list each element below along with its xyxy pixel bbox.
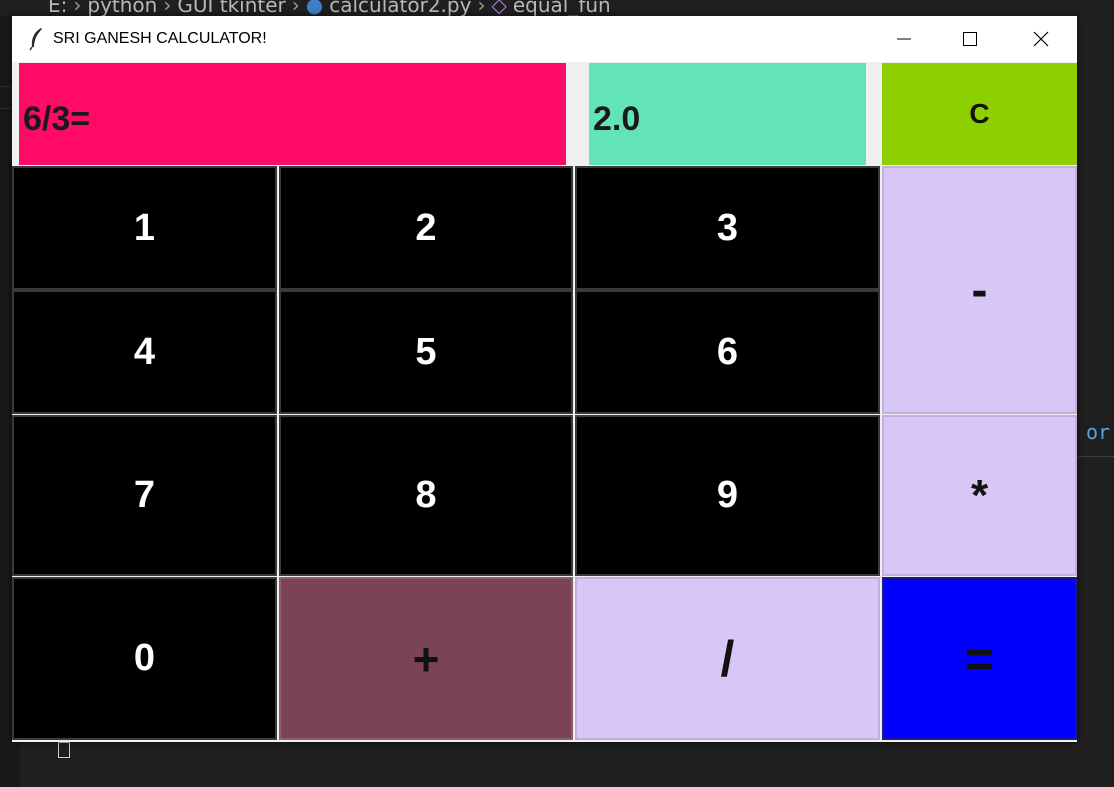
chevron-right-icon: › — [477, 0, 486, 16]
maximize-button[interactable] — [947, 16, 993, 62]
chevron-right-icon: › — [291, 0, 300, 16]
window-title: SRI GANESH CALCULATOR! — [53, 30, 267, 47]
digit-4-button[interactable]: 4 — [12, 290, 277, 414]
editor-breadcrumb-bar: E: › python › GUI tkinter › ● calculator… — [0, 0, 1114, 16]
result-display[interactable]: 2.0 — [589, 63, 866, 165]
digit-1-button[interactable]: 1 — [12, 166, 277, 290]
minimize-button[interactable] — [881, 16, 927, 62]
minimize-icon — [897, 38, 911, 40]
maximize-icon — [963, 32, 977, 46]
breadcrumb-file[interactable]: calculator2.py — [329, 0, 471, 15]
terminal-cursor — [58, 742, 70, 758]
chevron-right-icon: › — [163, 0, 172, 16]
equals-button[interactable]: = — [882, 577, 1077, 740]
digit-8-button[interactable]: 8 — [279, 415, 573, 576]
minus-button[interactable]: - — [882, 166, 1077, 414]
editor-divider — [1078, 456, 1114, 457]
divide-button[interactable]: / — [575, 577, 880, 740]
digit-6-button[interactable]: 6 — [575, 290, 880, 414]
digit-3-button[interactable]: 3 — [575, 166, 880, 290]
title-bar[interactable]: SRI GANESH CALCULATOR! — [12, 16, 1077, 62]
plus-button[interactable]: + — [279, 577, 573, 740]
editor-code-fragment: or — [1086, 420, 1111, 444]
breadcrumb-folder-python[interactable]: python — [87, 0, 157, 15]
digit-7-button[interactable]: 7 — [12, 415, 277, 576]
expression-display[interactable]: 6/3= — [19, 63, 566, 165]
feather-icon — [29, 28, 42, 51]
expression-text: 6/3= — [23, 99, 91, 138]
result-text: 2.0 — [593, 99, 641, 138]
clear-button[interactable]: C — [882, 63, 1077, 165]
close-icon — [1033, 31, 1049, 47]
digit-9-button[interactable]: 9 — [575, 415, 880, 576]
close-button[interactable] — [1018, 16, 1064, 62]
multiply-button[interactable]: * — [882, 415, 1077, 576]
breadcrumb-folder-gui[interactable]: GUI tkinter — [177, 0, 285, 15]
method-cube-icon: ◇ — [491, 0, 507, 16]
breadcrumb: E: › python › GUI tkinter › ● calculator… — [48, 0, 611, 15]
digit-0-button[interactable]: 0 — [12, 577, 277, 740]
chevron-right-icon: › — [73, 0, 82, 16]
breadcrumb-symbol[interactable]: equal_fun — [513, 0, 611, 15]
breadcrumb-drive[interactable]: E: — [48, 0, 67, 15]
digit-2-button[interactable]: 2 — [279, 166, 573, 290]
python-file-icon: ● — [305, 0, 324, 16]
calculator-window: SRI GANESH CALCULATOR! 6/3= 2.0 C 1 2 3 … — [12, 16, 1077, 742]
digit-5-button[interactable]: 5 — [279, 290, 573, 414]
